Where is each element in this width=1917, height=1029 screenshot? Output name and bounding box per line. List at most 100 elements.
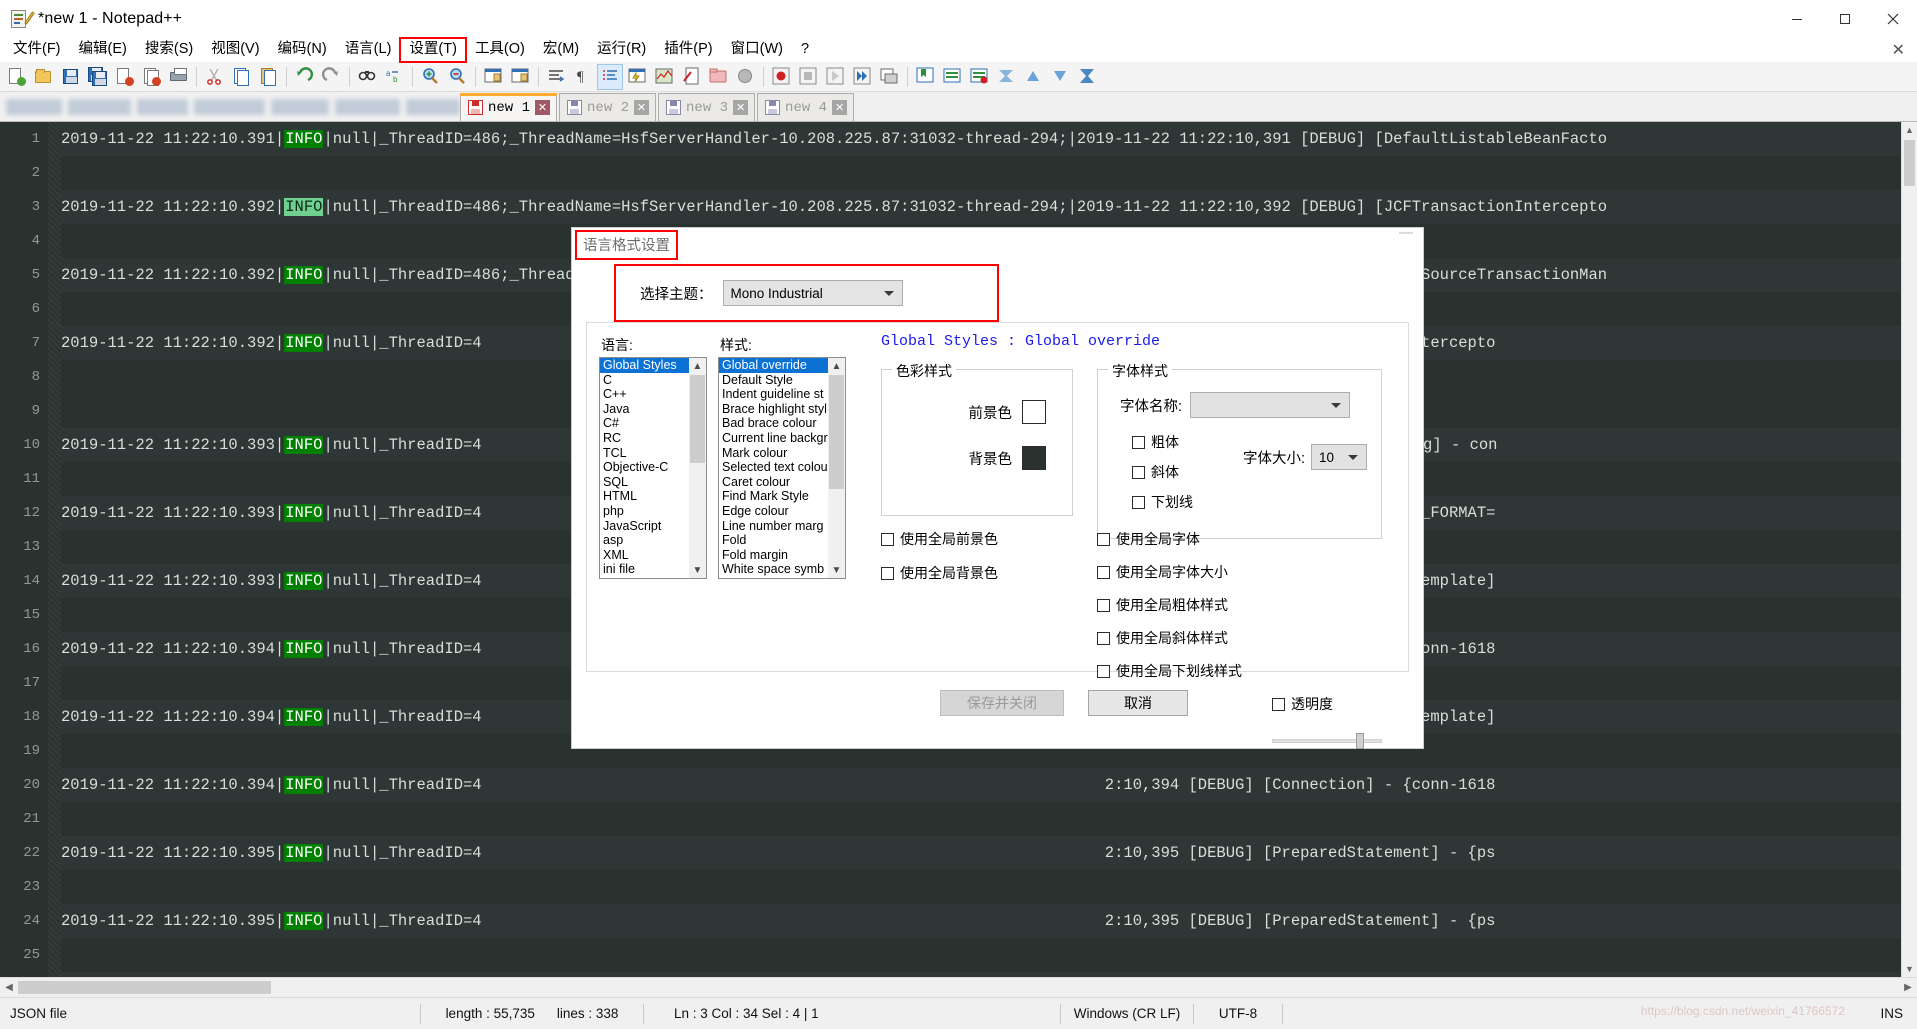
language-scroll-thumb[interactable] bbox=[690, 375, 705, 463]
run-macro-multiple-icon[interactable] bbox=[849, 64, 875, 90]
style-list-item[interactable]: Edge colour bbox=[719, 504, 828, 519]
tab-new-3[interactable]: new 3 ✕ bbox=[658, 93, 755, 121]
zoom-out-icon[interactable] bbox=[444, 64, 470, 90]
minimize-button[interactable] bbox=[1773, 0, 1821, 37]
folder-as-workspace-icon[interactable] bbox=[705, 64, 731, 90]
code-line[interactable]: 2019-11-22 11:22:10.395|INFO|null|_Threa… bbox=[61, 836, 1901, 870]
style-list-item[interactable]: Global override bbox=[719, 358, 828, 373]
bold-checkbox-row[interactable]: 粗体 bbox=[1132, 432, 1193, 452]
font-size-select[interactable]: 10 bbox=[1311, 444, 1367, 470]
bookmark-icon[interactable] bbox=[912, 64, 938, 90]
transparency-slider[interactable] bbox=[1272, 733, 1382, 749]
language-list-item[interactable]: Global Styles bbox=[600, 358, 689, 373]
style-list-item[interactable]: Bad brace colour bbox=[719, 416, 828, 431]
foreground-colour-swatch[interactable] bbox=[1022, 400, 1046, 424]
language-list-item[interactable]: Objective-C bbox=[600, 460, 689, 475]
playback-icon[interactable] bbox=[822, 64, 848, 90]
clear-bookmarks-icon[interactable] bbox=[966, 64, 992, 90]
menu-language[interactable]: 语言(L) bbox=[336, 38, 401, 62]
close-file-icon[interactable] bbox=[111, 64, 137, 90]
use-global-font-checkbox[interactable] bbox=[1097, 533, 1110, 546]
menu-macro[interactable]: 宏(M) bbox=[534, 38, 588, 62]
language-list-item[interactable]: C bbox=[600, 373, 689, 388]
replace-icon[interactable]: ab bbox=[381, 64, 407, 90]
zoom-in-icon[interactable] bbox=[417, 64, 443, 90]
code-line[interactable]: 2019-11-22 11:22:10.395|INFO|null|_Threa… bbox=[61, 904, 1901, 938]
code-line[interactable]: 2019-11-22 11:22:10.394|INFO|null|_Threa… bbox=[61, 768, 1901, 802]
language-list-item[interactable]: Java bbox=[600, 402, 689, 417]
menu-search[interactable]: 搜索(S) bbox=[136, 38, 202, 62]
cut-line-icon[interactable] bbox=[993, 64, 1019, 90]
menu-view[interactable]: 视图(V) bbox=[202, 38, 268, 62]
code-line[interactable] bbox=[61, 870, 1901, 904]
menu-encoding[interactable]: 编码(N) bbox=[269, 38, 336, 62]
use-global-foreground-checkbox[interactable] bbox=[881, 533, 894, 546]
open-file-icon[interactable] bbox=[30, 64, 56, 90]
scroll-right-icon[interactable]: ▶ bbox=[1899, 978, 1917, 997]
style-scroll-thumb[interactable] bbox=[829, 375, 844, 489]
style-list-item[interactable]: Fold margin bbox=[719, 548, 828, 563]
paste-icon[interactable] bbox=[255, 64, 281, 90]
code-line[interactable] bbox=[61, 802, 1901, 836]
menu-plugins[interactable]: 插件(P) bbox=[655, 38, 721, 62]
copy-icon[interactable] bbox=[228, 64, 254, 90]
style-list-item[interactable]: Selected text colou bbox=[719, 460, 828, 475]
close-all-icon[interactable] bbox=[138, 64, 164, 90]
menu-tools[interactable]: 工具(O) bbox=[466, 38, 534, 62]
close-document-icon[interactable]: ✕ bbox=[1892, 40, 1905, 60]
cancel-button[interactable]: 取消 bbox=[1088, 690, 1188, 716]
italic-checkbox-row[interactable]: 斜体 bbox=[1132, 462, 1193, 482]
use-global-bold-checkbox[interactable] bbox=[1097, 599, 1110, 612]
style-list-item[interactable]: White space symb bbox=[719, 562, 828, 577]
undo-icon[interactable] bbox=[291, 64, 317, 90]
monitoring-icon[interactable] bbox=[732, 64, 758, 90]
horizontal-scroll-thumb[interactable] bbox=[18, 981, 271, 994]
use-global-italic-checkbox[interactable] bbox=[1097, 632, 1110, 645]
scroll-down-icon[interactable]: ▼ bbox=[689, 562, 706, 578]
style-list-item[interactable]: Current line backgr bbox=[719, 431, 828, 446]
vertical-scroll-thumb[interactable] bbox=[1904, 140, 1915, 186]
scroll-left-icon[interactable]: ◀ bbox=[0, 978, 18, 997]
style-list-item[interactable]: Caret colour bbox=[719, 475, 828, 490]
move-down-icon[interactable] bbox=[1047, 64, 1073, 90]
tab-new-4[interactable]: new 4 ✕ bbox=[757, 93, 854, 121]
show-all-chars-icon[interactable]: ¶ bbox=[570, 64, 596, 90]
style-list-item[interactable]: Smart HighLighting bbox=[719, 577, 828, 578]
language-list-item[interactable]: Properties file bbox=[600, 577, 689, 578]
tab-new-1[interactable]: new 1 ✕ bbox=[460, 93, 557, 121]
close-button[interactable] bbox=[1869, 0, 1917, 37]
maximize-button[interactable] bbox=[1821, 0, 1869, 37]
scroll-up-icon[interactable]: ▲ bbox=[828, 358, 845, 374]
style-listbox[interactable]: Global overrideDefault StyleIndent guide… bbox=[718, 357, 846, 579]
menu-file[interactable]: 文件(F) bbox=[4, 38, 70, 62]
slider-knob[interactable] bbox=[1356, 733, 1364, 749]
sync-scroll-v-icon[interactable] bbox=[480, 64, 506, 90]
language-list-item[interactable]: TCL bbox=[600, 446, 689, 461]
remove-bookmark-icon[interactable] bbox=[939, 64, 965, 90]
transparency-row[interactable]: 透明度 bbox=[1272, 694, 1333, 714]
style-listbox-scrollbar[interactable]: ▲ ▼ bbox=[828, 358, 845, 578]
language-listbox[interactable]: Global StylesCC++JavaC#RCTCLObjective-CS… bbox=[599, 357, 707, 579]
style-list-item[interactable]: Fold bbox=[719, 533, 828, 548]
style-list-item[interactable]: Indent guideline st bbox=[719, 387, 828, 402]
cut-icon[interactable] bbox=[201, 64, 227, 90]
language-list-item[interactable]: C++ bbox=[600, 387, 689, 402]
redo-icon[interactable] bbox=[318, 64, 344, 90]
use-global-background-row[interactable]: 使用全局背景色 bbox=[881, 563, 998, 583]
language-list-item[interactable]: php bbox=[600, 504, 689, 519]
use-global-background-checkbox[interactable] bbox=[881, 567, 894, 580]
print-icon[interactable] bbox=[165, 64, 191, 90]
menu-edit[interactable]: 编辑(E) bbox=[70, 38, 136, 62]
use-global-bold-row[interactable]: 使用全局粗体样式 bbox=[1097, 595, 1242, 615]
record-macro-icon[interactable] bbox=[768, 64, 794, 90]
use-global-font-size-row[interactable]: 使用全局字体大小 bbox=[1097, 562, 1242, 582]
menu-help[interactable]: ? bbox=[792, 38, 818, 62]
save-and-close-button[interactable]: 保存并关闭 bbox=[940, 690, 1064, 716]
use-global-italic-row[interactable]: 使用全局斜体样式 bbox=[1097, 628, 1242, 648]
sync-scroll-h-icon[interactable] bbox=[507, 64, 533, 90]
code-line[interactable]: 2019-11-22 11:22:10.392|INFO|null|_Threa… bbox=[61, 190, 1901, 224]
menu-run[interactable]: 运行(R) bbox=[588, 38, 655, 62]
language-list-item[interactable]: XML bbox=[600, 548, 689, 563]
stop-record-icon[interactable] bbox=[795, 64, 821, 90]
find-icon[interactable] bbox=[354, 64, 380, 90]
